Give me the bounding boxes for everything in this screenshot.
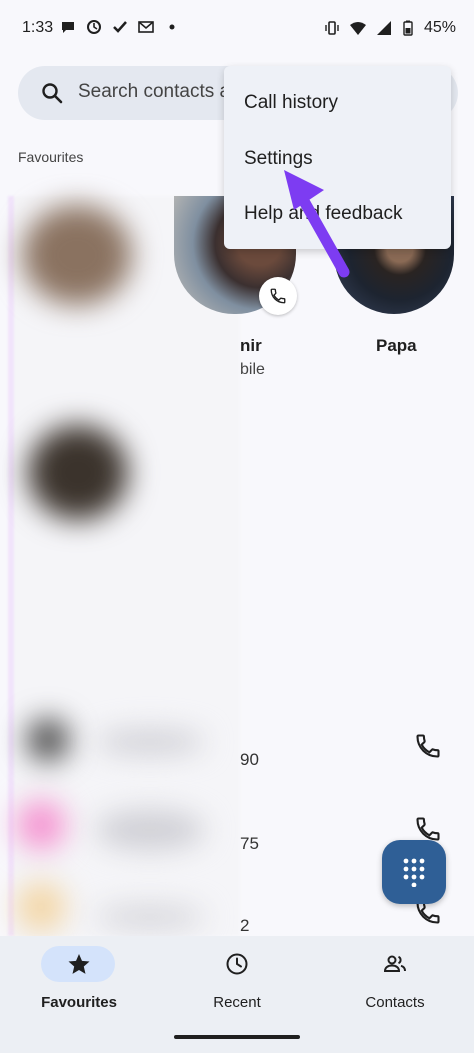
status-bar: 1:33 45%: [0, 0, 474, 56]
check-icon: [113, 21, 127, 33]
nav-recent[interactable]: Recent: [158, 946, 316, 1016]
blurred-text: [95, 730, 205, 754]
favourite-name: nir: [240, 336, 262, 355]
dot-icon: [169, 24, 175, 30]
recent-icon: [87, 20, 101, 34]
battery-icon: [403, 20, 413, 36]
nav-contacts[interactable]: Contacts: [316, 946, 474, 1016]
phone-icon[interactable]: [414, 732, 442, 760]
favourite-label: bile: [240, 361, 265, 378]
wifi-icon: [349, 22, 366, 35]
chat-icon: [62, 22, 74, 33]
menu-item-call-history[interactable]: Call history: [244, 92, 338, 114]
blurred-avatar: [22, 205, 132, 305]
star-icon: [68, 954, 90, 974]
battery-percent: 45%: [423, 19, 456, 36]
blurred-avatar: [16, 800, 66, 850]
clock-icon: [226, 953, 248, 975]
phone-icon[interactable]: [414, 815, 442, 843]
favourite-name-papa: Papa: [376, 336, 417, 355]
gesture-bar[interactable]: [174, 1035, 300, 1039]
signal-icon: [376, 21, 391, 35]
contact-number: 2: [240, 916, 250, 935]
people-icon: [383, 955, 406, 972]
contact-number: 75: [240, 834, 259, 853]
status-time: 1:33: [22, 19, 54, 36]
nav-label: Recent: [213, 994, 261, 1011]
blurred-avatar: [26, 718, 70, 762]
annotation-arrow: [284, 170, 350, 278]
dialpad-button[interactable]: [382, 840, 446, 904]
nav-favourites[interactable]: Favourites: [0, 946, 158, 1016]
vibrate-icon: [325, 21, 339, 35]
favourites-heading: Favourites: [18, 149, 84, 165]
blurred-text: [95, 810, 205, 850]
call-button[interactable]: [259, 277, 297, 315]
nav-label: Favourites: [41, 994, 117, 1011]
notification-icons: [60, 19, 180, 35]
system-icons: 45%: [324, 19, 456, 37]
mail-icon: [138, 21, 154, 33]
phone-icon: [270, 288, 286, 304]
search-icon: [42, 83, 63, 104]
blurred-text: [95, 905, 205, 929]
blurred-avatar: [16, 882, 66, 932]
contact-number: 90: [240, 750, 259, 769]
blurred-avatar: [28, 425, 128, 520]
nav-label: Contacts: [365, 994, 425, 1011]
dialpad-icon: [403, 858, 425, 887]
search-input[interactable]: Search contacts a: [78, 81, 248, 103]
